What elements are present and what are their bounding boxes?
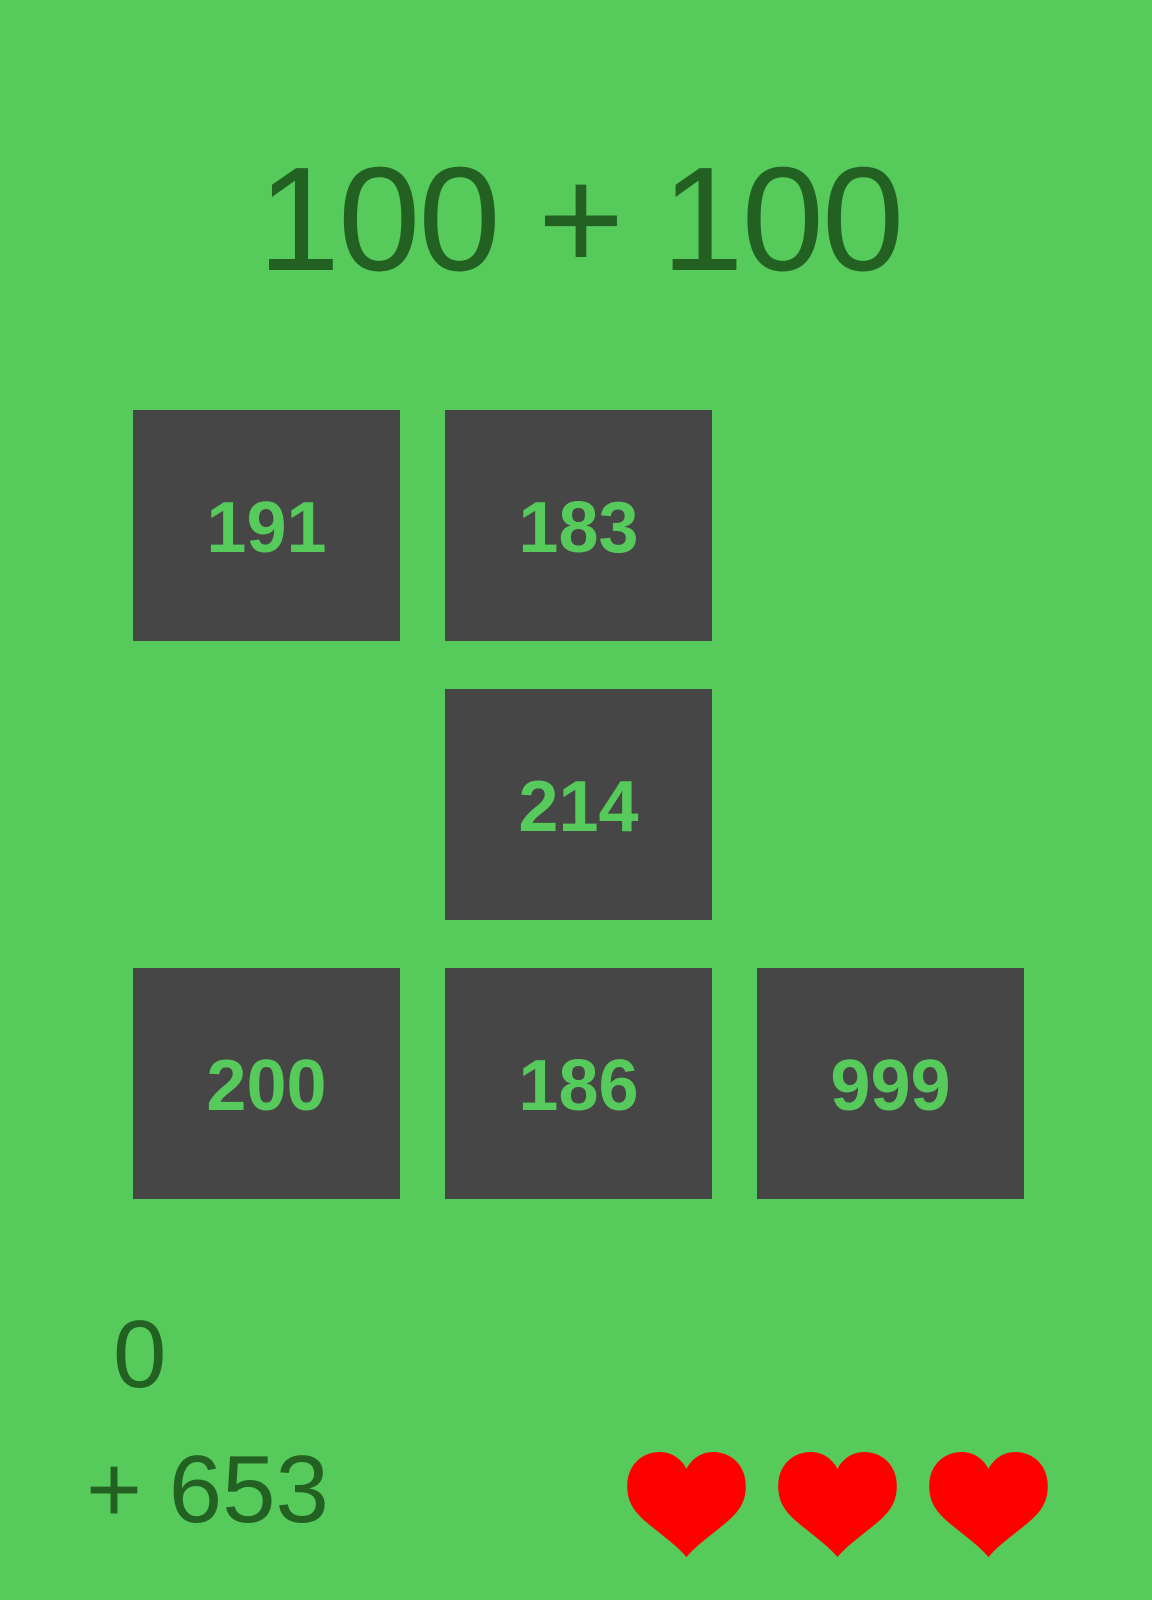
- heart-icon: [777, 1448, 898, 1560]
- answer-tile[interactable]: 186: [445, 968, 712, 1199]
- answer-tile[interactable]: 200: [133, 968, 400, 1199]
- bonus-points: + 653: [86, 1436, 329, 1543]
- answer-tile[interactable]: 214: [445, 689, 712, 920]
- answer-tile[interactable]: 191: [133, 410, 400, 641]
- math-problem: 100 + 100: [257, 137, 905, 302]
- heart-icon: [928, 1448, 1049, 1560]
- lives-indicator: [626, 1448, 1049, 1560]
- score-value: 0: [113, 1301, 167, 1408]
- answer-tile[interactable]: 999: [757, 968, 1024, 1199]
- answer-tile[interactable]: 183: [445, 410, 712, 641]
- heart-icon: [626, 1448, 747, 1560]
